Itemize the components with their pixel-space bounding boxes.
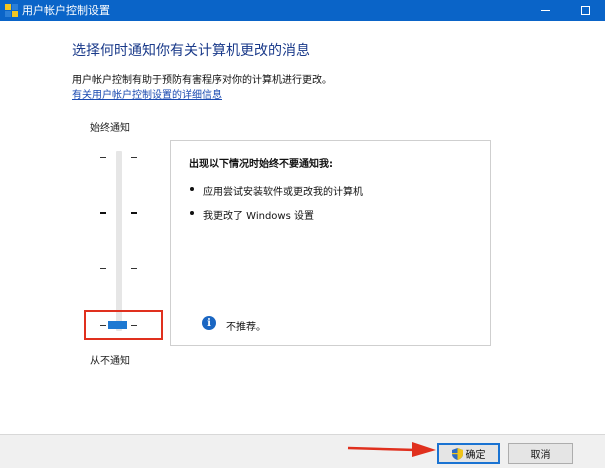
cancel-button-label: 取消: [530, 450, 551, 461]
window-title: 用户帐户控制设置: [22, 4, 110, 17]
cancel-button[interactable]: 取消: [508, 443, 573, 464]
slider-tick: [131, 212, 137, 214]
bullet-dot: [190, 187, 194, 191]
ok-button-label: 确定: [465, 450, 486, 461]
uac-shield-icon: [451, 447, 463, 460]
page-description: 用户帐户控制有助于预防有害程序对你的计算机进行更改。: [72, 75, 332, 86]
info-bullet-text: 应用尝试安装软件或更改我的计算机: [203, 187, 363, 198]
info-bullet-text: 我更改了 Windows 设置: [203, 211, 314, 222]
minimize-icon: [540, 10, 550, 11]
page-heading: 选择何时通知你有关计算机更改的消息: [72, 43, 310, 59]
info-bullet: 应用尝试安装软件或更改我的计算机: [190, 183, 363, 198]
title-bar: 用户帐户控制设置: [0, 0, 605, 21]
info-bullet: 我更改了 Windows 设置: [190, 207, 314, 222]
slider-tick: [100, 212, 106, 214]
minimize-button[interactable]: [532, 0, 558, 21]
notification-slider-track[interactable]: [116, 151, 122, 331]
ok-button[interactable]: 确定: [437, 443, 500, 464]
bullet-dot: [190, 211, 194, 215]
slider-top-label: 始终通知: [90, 123, 130, 134]
slider-tick: [100, 157, 106, 158]
annotation-highlight-box: [84, 310, 163, 340]
slider-tick: [131, 268, 137, 269]
slider-tick: [100, 268, 106, 269]
maximize-button[interactable]: [570, 0, 600, 21]
slider-bottom-label: 从不通知: [90, 356, 130, 367]
info-panel-title: 出现以下情况时始终不要通知我:: [189, 159, 333, 170]
slider-tick: [131, 157, 137, 158]
not-recommended-note: 不推荐。: [226, 322, 266, 333]
maximize-icon: [580, 6, 590, 15]
more-info-link[interactable]: 有关用户帐户控制设置的详细信息: [72, 86, 222, 101]
uac-shield-icon: [5, 4, 18, 17]
footer-bar: 确定 取消: [0, 435, 605, 468]
annotation-arrow-icon: [347, 442, 436, 457]
info-panel: 出现以下情况时始终不要通知我: 应用尝试安装软件或更改我的计算机 我更改了 Wi…: [170, 140, 491, 346]
info-icon: i: [202, 316, 216, 330]
